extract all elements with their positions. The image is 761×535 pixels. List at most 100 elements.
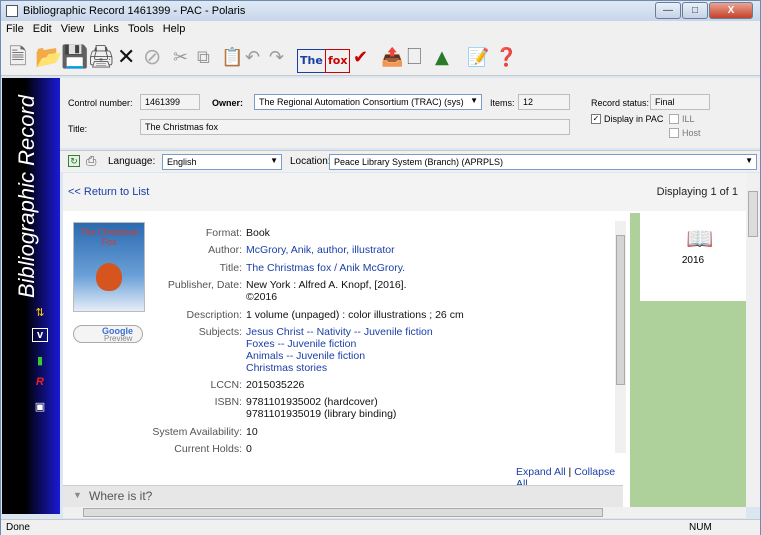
horizontal-scrollbar[interactable] [63,507,746,518]
owner-label: Owner: [212,98,244,108]
availability-value: 10 [246,426,258,438]
where-is-it-section[interactable]: ▼ Where is it? [63,485,623,507]
return-bar: << Return to List Displaying 1 of 1 [63,173,746,211]
menu-tools[interactable]: Tools [123,21,158,35]
cancel-icon[interactable]: ⊘ [143,47,161,69]
close-window-button[interactable]: X [709,2,753,19]
properties-icon[interactable]: 📝 [467,47,489,69]
new-icon[interactable]: 🗎 [9,47,27,69]
menu-bar: File Edit View Links Tools Help [1,21,760,38]
owner-select[interactable]: The Regional Automation Consortium (TRAC… [254,94,482,110]
export-icon[interactable]: 📤 [381,47,403,69]
undo-icon[interactable]: ↶ [245,47,260,69]
spell-icon[interactable]: ✔ [353,47,368,69]
delete-icon[interactable]: ✕ [117,47,135,69]
menu-help[interactable]: Help [158,21,190,35]
expand-all-link[interactable]: Expand All [516,466,566,478]
scroll-thumb[interactable] [748,191,758,237]
subject-link[interactable]: Foxes -- Juvenile fiction [246,338,356,350]
subject-link[interactable]: Jesus Christ -- Nativity -- Juvenile fic… [246,326,433,338]
location-value: Peace Library System (Branch) (APRPLS) [334,157,504,167]
link-icon[interactable]: ▲ [435,47,449,69]
help-icon[interactable]: ❓ [495,47,517,69]
status-text: Done [6,522,30,533]
title-label: Title: [68,124,88,134]
publisher-value: New York : Alfred A. Knopf, [2016]. [246,279,407,291]
maximize-button[interactable]: □ [682,2,708,19]
fox-icon[interactable]: fox [325,49,351,73]
expand-triangle-icon: ▼ [73,490,82,500]
h-scroll-thumb[interactable] [83,508,603,517]
location-bar: ↻ ⎙ Language: English ▼ Location: Peace … [60,150,760,172]
host-checkbox[interactable] [669,128,679,138]
record-header: Control number: 1461399 Owner: The Regio… [60,78,760,148]
chevron-down-icon: ▼ [745,156,753,165]
print-small-icon[interactable]: ⎙ [86,153,96,169]
format-label: Format: [205,227,242,239]
menu-links[interactable]: Links [88,21,123,35]
print-icon[interactable]: 🖨 [87,47,115,69]
control-number-label: Control number: [68,98,133,108]
save-icon[interactable]: 💾 [61,47,88,69]
copy-icon[interactable]: ⧉ [197,47,210,69]
items-field: 12 [518,94,570,110]
toolbar: 🗎 📂 💾 🖨 ✕ ⊘ ✂ ⧉ 📋 ↶ ↷ The fox ✔ 📤 🗌 ▲ 📝 … [1,38,760,76]
publisher-label: Publisher, Date: [167,279,242,291]
language-value: English [167,157,197,167]
availability-label: System Availability: [152,426,242,438]
subject-link[interactable]: Animals -- Juvenile fiction [246,350,365,362]
menu-edit[interactable]: Edit [28,21,56,35]
isbn-value-1: 9781101935002 (hardcover) [246,396,378,408]
display-in-pac-checkbox[interactable]: ✓ [591,114,601,124]
subjects-label: Subjects: [198,326,242,338]
host-label: Host [682,128,701,138]
where-is-it-label: Where is it? [89,489,153,503]
title-bar: Bibliographic Record 1461399 - PAC - Pol… [1,1,760,21]
record-content: << Return to List Displaying 1 of 1 📖 20… [63,173,746,507]
template-icon[interactable]: 🗌 [407,47,421,69]
minimize-button[interactable]: — [655,2,681,19]
open-icon[interactable]: 📂 [35,47,62,69]
book-icon: 📖 [686,226,714,251]
title-field: The Christmas fox [140,119,570,135]
menu-view[interactable]: View [56,21,89,35]
description-label: Description: [186,309,242,321]
record-status-field: Final [650,94,710,110]
menu-file[interactable]: File [1,21,28,35]
subject-link[interactable]: Christmas stories [246,362,327,374]
scroll-thumb[interactable] [616,235,625,385]
format-year-box: 📖 2016 [640,213,746,301]
language-label: Language: [108,156,156,167]
lccn-value: 2015035226 [246,379,305,391]
refresh-icon[interactable]: ↻ [68,155,80,167]
link-separator: | [568,466,572,478]
cut-icon[interactable]: ✂ [173,47,188,69]
author-link[interactable]: McGrory, Anik, author, illustrator [246,244,395,256]
publisher-date: ©2016 [246,291,278,303]
title-link[interactable]: The Christmas fox / Anik McGrory. [246,262,405,274]
sidebar-nav-icon-4[interactable]: ▣ [32,400,48,413]
sidebar-nav-icon-1[interactable]: ⇅ [32,306,48,319]
sidebar-nav-icon-2[interactable]: v [32,328,48,342]
chevron-down-icon: ▼ [270,156,278,165]
holds-value: 0 [246,443,252,455]
description-value: 1 volume (unpaged) : color illustrations… [246,309,464,321]
paste-icon[interactable]: 📋 [221,47,243,69]
the-icon[interactable]: The [297,49,326,73]
items-label: Items: [490,98,515,108]
ill-checkbox[interactable] [669,114,679,124]
location-select[interactable]: Peace Library System (Branch) (APRPLS) ▼ [329,154,757,170]
return-to-list-link[interactable]: << Return to List [68,186,149,198]
sidebar: Bibliographic Record ⇅ v ▮ R ▣ [2,78,60,514]
redo-icon[interactable]: ↷ [269,47,284,69]
language-select[interactable]: English ▼ [162,154,282,170]
record-status-label: Record status: [591,98,650,108]
status-bar: Done NUM [1,519,760,535]
sidebar-chart-icon[interactable]: ▮ [32,354,48,367]
location-label: Location: [290,156,331,167]
content-scrollbar[interactable] [746,173,760,507]
window-title: Bibliographic Record 1461399 - PAC - Pol… [23,5,246,17]
detail-scrollbar[interactable] [615,221,626,453]
isbn-label: ISBN: [214,396,242,408]
sidebar-nav-icon-3[interactable]: R [32,376,48,388]
